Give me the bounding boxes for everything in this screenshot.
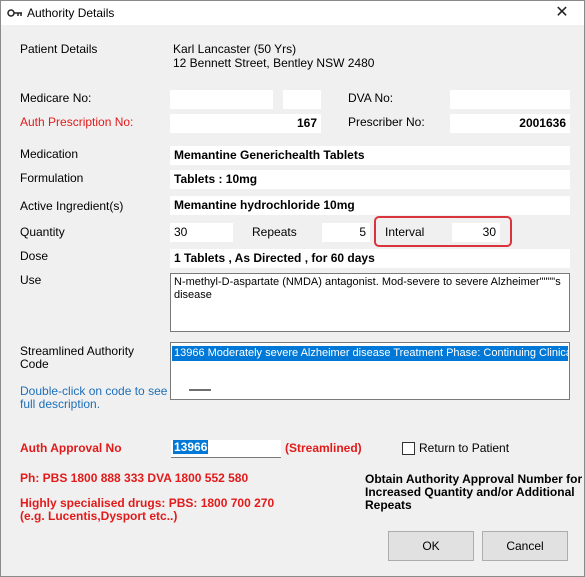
streamlined-code-item[interactable]: 13966 Moderately severe Alzheimer diseas… (172, 346, 568, 361)
interval-label: Interval (385, 225, 425, 239)
medication-field[interactable]: Memantine Generichealth Tablets (170, 146, 570, 165)
patient-address: 12 Bennett Street, Bentley NSW 2480 (173, 56, 375, 70)
dose-label: Dose (20, 249, 49, 263)
obtain-note-line3: Repeats (365, 498, 412, 512)
authority-details-window: Authority Details ✕ Patient Details Karl… (0, 0, 585, 577)
horizontal-scrollbar[interactable] (189, 389, 211, 391)
dva-label: DVA No: (348, 91, 394, 105)
active-ingredient-field[interactable]: Memantine hydrochloride 10mg (170, 196, 570, 215)
quantity-label: Quantity (20, 225, 65, 239)
window-title: Authority Details (27, 6, 115, 20)
auth-approval-field[interactable]: 13966 (171, 440, 281, 458)
auth-approval-label: Auth Approval No (20, 441, 122, 455)
auth-prescription-field[interactable]: 167 (170, 114, 321, 133)
prescriber-number-field[interactable]: 2001636 (450, 114, 570, 133)
ok-button[interactable]: OK (388, 531, 474, 561)
quantity-field[interactable]: 30 (170, 223, 233, 242)
streamlined-hint-line2: full description. (20, 397, 101, 411)
interval-field[interactable]: 30 (452, 223, 500, 242)
obtain-note-line1: Obtain Authority Approval Number for (365, 472, 583, 486)
streamlined-tag: (Streamlined) (285, 441, 362, 455)
streamlined-hint-line1: Double-click on code to see (20, 384, 168, 398)
dose-field[interactable]: 1 Tablets , As Directed , for 60 days (170, 249, 570, 268)
close-icon[interactable]: ✕ (553, 4, 571, 22)
obtain-note-line2: Increased Quantity and/or Additional (365, 485, 575, 499)
specialised-drugs-line2: (e.g. Lucentis,Dysport etc..) (20, 509, 178, 523)
cancel-button[interactable]: Cancel (482, 531, 568, 561)
auth-approval-value: 13966 (173, 440, 209, 454)
repeats-field[interactable]: 5 (322, 223, 370, 242)
streamlined-label-line1: Streamlined Authority (20, 344, 135, 358)
medication-label: Medication (20, 147, 79, 161)
repeats-label: Repeats (252, 225, 297, 239)
formulation-field[interactable]: Tablets : 10mg (170, 170, 570, 189)
medicare-label: Medicare No: (20, 91, 92, 105)
return-to-patient-label: Return to Patient (419, 441, 510, 455)
specialised-drugs-line1: Highly specialised drugs: PBS: 1800 700 … (20, 496, 275, 510)
title-bar: Authority Details ✕ (1, 1, 584, 25)
auth-prescription-label: Auth Prescription No: (20, 115, 134, 129)
patient-details-label: Patient Details (20, 42, 98, 56)
formulation-label: Formulation (20, 171, 84, 185)
medicare-number-field[interactable] (170, 90, 273, 109)
medicare-irn-field[interactable] (283, 90, 321, 109)
use-textarea[interactable]: N-methyl-D-aspartate (NMDA) antagonist. … (170, 273, 570, 332)
use-label: Use (20, 273, 42, 287)
patient-name: Karl Lancaster (50 Yrs) (173, 42, 297, 56)
active-ingredient-label: Active Ingredient(s) (20, 199, 124, 213)
streamlined-label-line2: Code (20, 357, 49, 371)
key-icon (7, 9, 22, 17)
phone-info: Ph: PBS 1800 888 333 DVA 1800 552 580 (20, 471, 249, 485)
prescriber-label: Prescriber No: (348, 115, 425, 129)
dva-number-field[interactable] (450, 90, 570, 109)
streamlined-code-list[interactable]: 13966 Moderately severe Alzheimer diseas… (170, 342, 570, 400)
return-to-patient-checkbox[interactable] (402, 442, 415, 455)
